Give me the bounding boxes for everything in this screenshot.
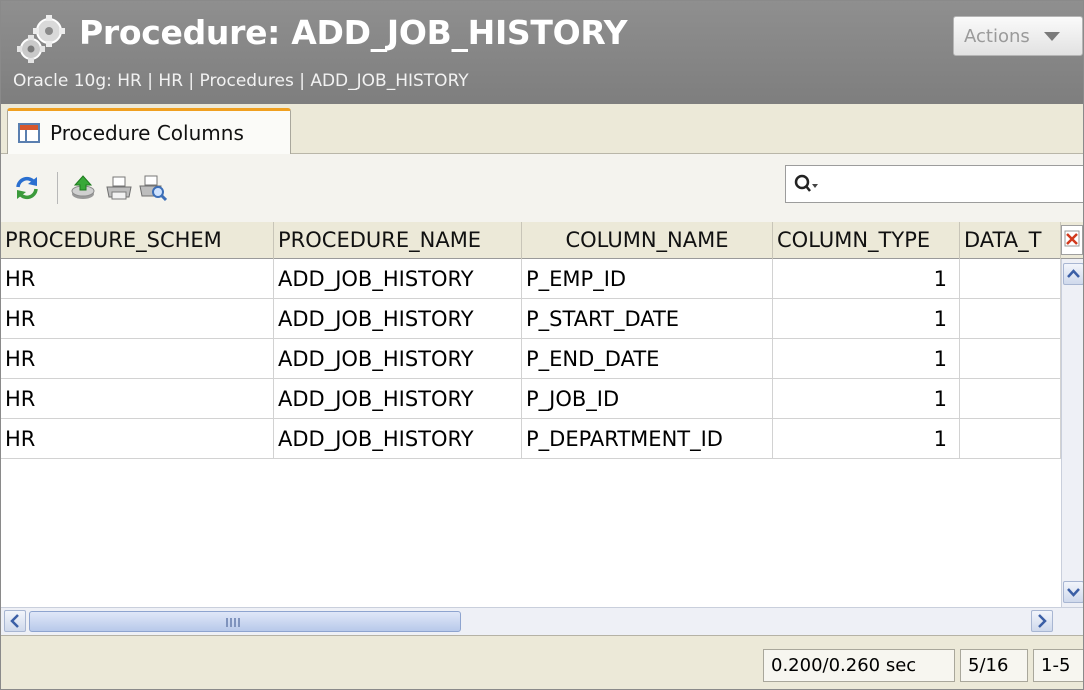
chevron-down-icon bbox=[1043, 31, 1060, 41]
scroll-down-button[interactable] bbox=[1063, 581, 1083, 603]
scroll-up-button[interactable] bbox=[1063, 263, 1083, 285]
tab-procedure-columns[interactable]: Procedure Columns bbox=[7, 108, 291, 155]
column-header[interactable]: PROCEDURE_NAME bbox=[274, 222, 522, 259]
toolbar bbox=[1, 154, 1083, 222]
cell-schema: HR bbox=[1, 419, 274, 459]
column-header[interactable]: COLUMN_TYPE bbox=[773, 222, 960, 259]
chevron-up-icon bbox=[1067, 269, 1080, 278]
cell-data-type bbox=[960, 339, 1061, 379]
header: Procedure: ADD_JOB_HISTORY Oracle 10g: H… bbox=[1, 1, 1083, 104]
row-range: 1-5 bbox=[1033, 649, 1083, 682]
grip-icon bbox=[226, 618, 240, 627]
breadcrumb: Oracle 10g: HR | HR | Procedures | ADD_J… bbox=[13, 71, 469, 91]
column-header[interactable]: DATA_T bbox=[960, 222, 1061, 259]
cell-column-type: 1 bbox=[773, 259, 960, 299]
table-row[interactable]: HR ADD_JOB_HISTORY P_DEPARTMENT_ID 1 bbox=[1, 419, 1061, 459]
tab-label: Procedure Columns bbox=[50, 121, 244, 145]
print-preview-icon[interactable] bbox=[139, 174, 167, 202]
cell-procedure-name: ADD_JOB_HISTORY bbox=[274, 259, 522, 299]
cell-column-name: P_START_DATE bbox=[522, 299, 773, 339]
column-header[interactable]: COLUMN_NAME bbox=[522, 222, 773, 259]
gears-icon bbox=[17, 15, 65, 63]
column-count: 5/16 bbox=[960, 649, 1028, 682]
cell-column-name: P_EMP_ID bbox=[522, 259, 773, 299]
tab-strip: Procedure Columns bbox=[1, 104, 1083, 155]
print-icon[interactable] bbox=[105, 174, 133, 202]
cell-procedure-name: ADD_JOB_HISTORY bbox=[274, 339, 522, 379]
table-row[interactable]: HR ADD_JOB_HISTORY P_START_DATE 1 bbox=[1, 299, 1061, 339]
cell-data-type bbox=[960, 299, 1061, 339]
vertical-scrollbar[interactable] bbox=[1061, 259, 1083, 607]
column-header[interactable]: PROCEDURE_SCHEM bbox=[1, 222, 274, 259]
cell-column-name: P_END_DATE bbox=[522, 339, 773, 379]
scroll-left-button[interactable] bbox=[4, 610, 26, 632]
table-header: PROCEDURE_SCHEM PROCEDURE_NAME COLUMN_NA… bbox=[1, 222, 1083, 259]
cell-column-type: 1 bbox=[773, 299, 960, 339]
refresh-icon[interactable] bbox=[13, 174, 41, 202]
search-icon[interactable] bbox=[794, 173, 820, 195]
table-row[interactable]: HR ADD_JOB_HISTORY P_END_DATE 1 bbox=[1, 339, 1061, 379]
actions-label: Actions bbox=[964, 25, 1030, 47]
cell-procedure-name: ADD_JOB_HISTORY bbox=[274, 419, 522, 459]
cell-schema: HR bbox=[1, 299, 274, 339]
scroll-right-button[interactable] bbox=[1031, 610, 1053, 632]
cell-data-type bbox=[960, 259, 1061, 299]
table-row[interactable]: HR ADD_JOB_HISTORY P_JOB_ID 1 bbox=[1, 379, 1061, 419]
chevron-down-icon bbox=[1067, 588, 1080, 597]
actions-dropdown[interactable]: Actions bbox=[953, 16, 1083, 56]
cell-procedure-name: ADD_JOB_HISTORY bbox=[274, 379, 522, 419]
query-timing: 0.200/0.260 sec bbox=[763, 649, 955, 682]
status-bar: 0.200/0.260 sec 5/16 1-5 bbox=[1, 635, 1083, 689]
export-icon[interactable] bbox=[69, 174, 97, 202]
chevron-left-icon bbox=[10, 614, 19, 628]
page-title: Procedure: ADD_JOB_HISTORY bbox=[79, 13, 628, 52]
cell-column-type: 1 bbox=[773, 379, 960, 419]
cell-column-name: P_JOB_ID bbox=[522, 379, 773, 419]
cell-schema: HR bbox=[1, 339, 274, 379]
table-row[interactable]: HR ADD_JOB_HISTORY P_EMP_ID 1 bbox=[1, 259, 1061, 299]
table-icon bbox=[18, 123, 40, 143]
cell-procedure-name: ADD_JOB_HISTORY bbox=[274, 299, 522, 339]
column-chooser-icon[interactable] bbox=[1061, 225, 1083, 255]
cell-data-type bbox=[960, 379, 1061, 419]
cell-column-name: P_DEPARTMENT_ID bbox=[522, 419, 773, 459]
scroll-thumb[interactable] bbox=[29, 611, 461, 632]
cell-column-type: 1 bbox=[773, 419, 960, 459]
cell-schema: HR bbox=[1, 259, 274, 299]
horizontal-scrollbar[interactable] bbox=[1, 607, 1083, 635]
cell-data-type bbox=[960, 419, 1061, 459]
cell-schema: HR bbox=[1, 379, 274, 419]
search-field[interactable] bbox=[785, 165, 1083, 203]
cell-column-type: 1 bbox=[773, 339, 960, 379]
procedure-window: Procedure: ADD_JOB_HISTORY Oracle 10g: H… bbox=[0, 0, 1084, 690]
toolbar-separator bbox=[57, 172, 58, 204]
chevron-right-icon bbox=[1038, 614, 1047, 628]
results-table: PROCEDURE_SCHEM PROCEDURE_NAME COLUMN_NA… bbox=[1, 222, 1083, 607]
